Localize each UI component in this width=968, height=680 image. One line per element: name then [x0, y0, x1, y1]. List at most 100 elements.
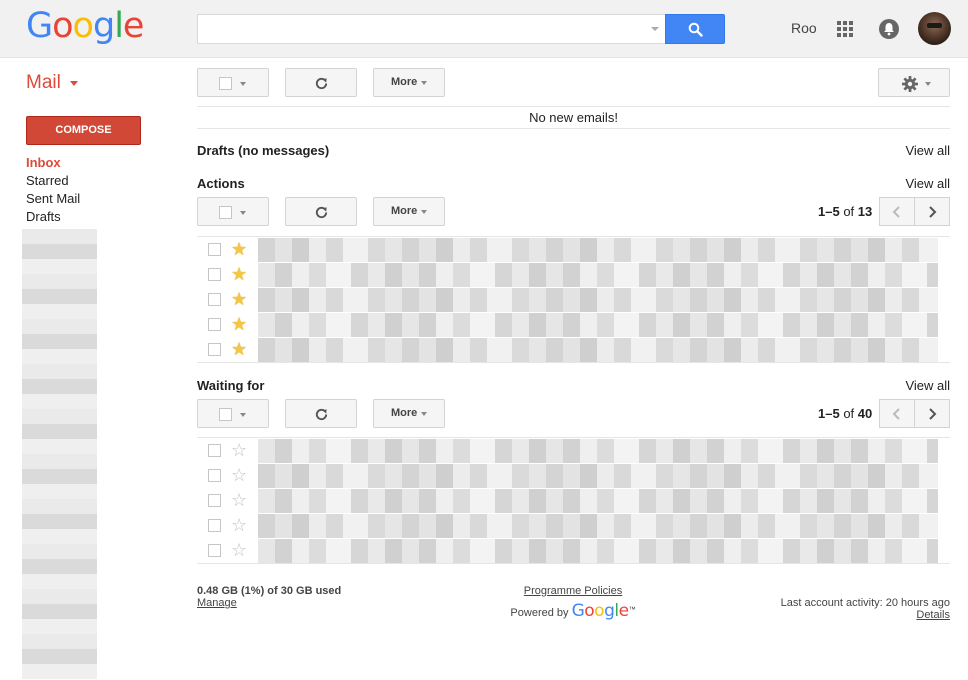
row-checkbox[interactable] — [208, 544, 221, 557]
avatar[interactable] — [918, 12, 951, 45]
chevron-down-icon — [240, 413, 246, 417]
table-row[interactable]: ★ — [197, 337, 950, 362]
star-icon[interactable]: ★ — [231, 238, 247, 260]
logo-letter: g — [92, 6, 115, 46]
notifications-bell-icon[interactable] — [879, 19, 899, 39]
refresh-button[interactable] — [285, 197, 357, 226]
select-checkbox[interactable] — [219, 77, 232, 90]
waiting-message-list: ☆ ☆ ☆ ☆ ☆ — [197, 437, 950, 564]
manage-storage-link[interactable]: Manage — [197, 597, 341, 609]
chevron-left-icon — [892, 206, 900, 218]
newer-button[interactable] — [879, 399, 915, 428]
apps-grid-icon[interactable] — [837, 21, 853, 37]
google-logo[interactable]: Google — [26, 4, 144, 48]
powered-by-text: Powered by — [510, 607, 569, 619]
chevron-down-icon — [421, 210, 427, 214]
row-checkbox[interactable] — [208, 243, 221, 256]
star-icon[interactable]: ★ — [231, 338, 247, 360]
avatar-face — [927, 23, 942, 28]
older-button[interactable] — [914, 399, 950, 428]
sidebar-item-inbox[interactable]: Inbox — [26, 154, 80, 172]
view-all-waiting-link[interactable]: View all — [905, 378, 950, 393]
search-icon — [688, 22, 703, 37]
star-icon[interactable]: ★ — [231, 263, 247, 285]
star-icon[interactable]: ★ — [231, 313, 247, 335]
pagination-count: 1–5 of 40 — [818, 406, 872, 421]
search-input[interactable] — [198, 15, 638, 43]
row-checkbox[interactable] — [208, 268, 221, 281]
logo-letter: e — [618, 601, 629, 621]
row-checkbox[interactable] — [208, 519, 221, 532]
table-row[interactable]: ★ — [197, 262, 950, 287]
programme-policies-link[interactable]: Programme Policies — [497, 585, 649, 597]
star-icon[interactable]: ★ — [231, 288, 247, 310]
mail-app-label[interactable]: Mail — [26, 72, 61, 94]
select-checkbox[interactable] — [219, 206, 232, 219]
row-checkbox[interactable] — [208, 444, 221, 457]
more-button[interactable]: More — [373, 399, 445, 428]
refresh-icon — [315, 408, 328, 421]
newer-button[interactable] — [879, 197, 915, 226]
google-footer-logo: Google — [572, 601, 629, 621]
compose-button[interactable]: COMPOSE — [26, 116, 141, 145]
table-row[interactable]: ☆ — [197, 463, 950, 488]
redacted-message-content — [258, 288, 938, 312]
section-title-actions[interactable]: Actions — [197, 176, 245, 191]
sidebar-item-drafts[interactable]: Drafts — [26, 208, 80, 226]
table-row[interactable]: ☆ — [197, 513, 950, 538]
chevron-down-icon — [240, 211, 246, 215]
redacted-message-content — [258, 238, 938, 262]
logo-letter: G — [26, 6, 53, 46]
more-button[interactable]: More — [373, 68, 445, 97]
table-row[interactable]: ☆ — [197, 488, 950, 513]
star-outline-icon[interactable]: ☆ — [231, 489, 247, 511]
table-row[interactable]: ☆ — [197, 438, 950, 463]
view-all-drafts-link[interactable]: View all — [905, 143, 950, 158]
actions-message-list: ★ ★ ★ ★ ★ — [197, 236, 950, 363]
pagination-of: of — [843, 204, 855, 219]
older-button[interactable] — [914, 197, 950, 226]
view-all-actions-link[interactable]: View all — [905, 176, 950, 191]
star-outline-icon[interactable]: ☆ — [231, 464, 247, 486]
search-options-caret-icon[interactable] — [651, 27, 659, 31]
table-row[interactable]: ★ — [197, 287, 950, 312]
select-all-button[interactable] — [197, 68, 269, 97]
mail-menu-caret-icon[interactable] — [70, 81, 78, 86]
select-all-button[interactable] — [197, 197, 269, 226]
settings-button[interactable] — [878, 68, 950, 97]
star-outline-icon[interactable]: ☆ — [231, 439, 247, 461]
table-row[interactable]: ☆ — [197, 538, 950, 563]
table-row[interactable]: ★ — [197, 312, 950, 337]
more-button[interactable]: More — [373, 197, 445, 226]
more-button-label: More — [391, 407, 418, 419]
redacted-message-content — [258, 263, 938, 287]
select-checkbox[interactable] — [219, 408, 232, 421]
row-checkbox[interactable] — [208, 318, 221, 331]
chevron-left-icon — [892, 408, 900, 420]
section-title-drafts[interactable]: Drafts (no messages) — [197, 143, 329, 158]
row-checkbox[interactable] — [208, 469, 221, 482]
row-checkbox[interactable] — [208, 293, 221, 306]
activity-details-link[interactable]: Details — [781, 609, 950, 621]
star-outline-icon[interactable]: ☆ — [231, 514, 247, 536]
table-row[interactable]: ★ — [197, 237, 950, 262]
sidebar-item-starred[interactable]: Starred — [26, 172, 80, 190]
trademark: ™ — [628, 606, 636, 614]
pagination-total: 40 — [857, 406, 873, 421]
refresh-icon — [315, 77, 328, 90]
star-outline-icon[interactable]: ☆ — [231, 539, 247, 561]
row-checkbox[interactable] — [208, 343, 221, 356]
redacted-message-content — [258, 439, 938, 463]
refresh-button[interactable] — [285, 68, 357, 97]
footer-center: Programme Policies Powered by Google™ — [497, 585, 649, 621]
user-name[interactable]: Roo — [791, 20, 817, 36]
refresh-button[interactable] — [285, 399, 357, 428]
row-checkbox[interactable] — [208, 494, 221, 507]
select-all-button[interactable] — [197, 399, 269, 428]
logo-letter: o — [594, 601, 605, 621]
search-button[interactable] — [665, 14, 725, 44]
redacted-message-content — [258, 514, 938, 538]
logo-letter: o — [52, 6, 73, 46]
section-title-waiting-for[interactable]: Waiting for — [197, 378, 264, 393]
sidebar-item-sent-mail[interactable]: Sent Mail — [26, 190, 80, 208]
